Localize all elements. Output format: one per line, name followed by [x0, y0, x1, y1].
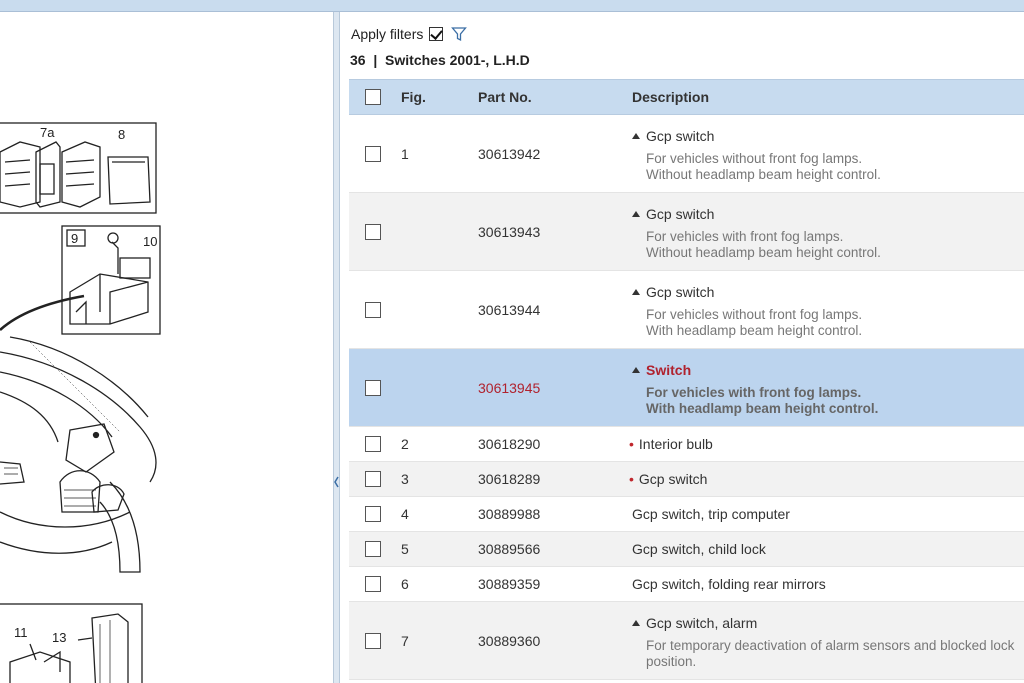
- row-checkbox[interactable]: [365, 436, 381, 452]
- description-note: For temporary deactivation of alarm sens…: [646, 638, 1015, 653]
- description-title: Gcp switch: [646, 284, 715, 300]
- row-checkbox[interactable]: [365, 506, 381, 522]
- fig-cell: 3: [401, 471, 409, 487]
- section-title: 36 | Switches 2001-, L.H.D: [350, 52, 530, 68]
- part-number[interactable]: 30613943: [478, 224, 540, 240]
- part-number[interactable]: 30889359: [478, 576, 540, 592]
- bullet-icon: •: [629, 471, 634, 487]
- expand-triangle-icon[interactable]: [632, 620, 640, 626]
- apply-filters-label: Apply filters: [351, 26, 424, 42]
- expand-triangle-icon[interactable]: [632, 211, 640, 217]
- description-note: For vehicles without front fog lamps.: [646, 151, 863, 166]
- description-title: Switch: [646, 362, 692, 378]
- description-title: Gcp switch, child lock: [632, 541, 766, 557]
- callout-8[interactable]: 8: [118, 127, 125, 142]
- description-note: For vehicles with front fog lamps.: [646, 229, 844, 244]
- table-row[interactable]: 7 30889360 Gcp switch, alarm For tempora…: [349, 602, 1024, 680]
- part-number[interactable]: 30613944: [478, 302, 540, 318]
- description-title: Gcp switch: [646, 206, 715, 222]
- table-row-selected[interactable]: 30613945 Switch For vehicles with front …: [349, 349, 1024, 427]
- table-row[interactable]: 5 30889566 Gcp switch, child lock: [349, 532, 1024, 567]
- select-all-checkbox[interactable]: [365, 89, 381, 105]
- fig-cell: 1: [401, 145, 409, 162]
- row-checkbox[interactable]: [365, 379, 381, 396]
- description-title: Gcp switch, trip computer: [632, 506, 790, 522]
- description-note: Without headlamp beam height control.: [646, 167, 881, 182]
- description-note: Without headlamp beam height control.: [646, 245, 881, 260]
- row-checkbox[interactable]: [365, 471, 381, 487]
- pane-splitter[interactable]: [333, 12, 340, 683]
- table-row[interactable]: 3 30618289 • Gcp switch: [349, 462, 1024, 497]
- expand-triangle-icon[interactable]: [632, 133, 640, 139]
- parts-diagram[interactable]: 7a 8 9 10 11 13: [0, 12, 333, 683]
- top-bar: [0, 0, 1024, 12]
- row-checkbox[interactable]: [365, 541, 381, 557]
- header-fig[interactable]: Fig.: [401, 89, 426, 105]
- expand-triangle-icon[interactable]: [632, 289, 640, 295]
- table-row[interactable]: 30613943 Gcp switch For vehicles with fr…: [349, 193, 1024, 271]
- apply-filters-checkbox[interactable]: [429, 27, 444, 41]
- table-row[interactable]: 1 30613942 Gcp switch For vehicles witho…: [349, 115, 1024, 193]
- callout-9[interactable]: 9: [71, 231, 78, 246]
- collapse-arrow-icon[interactable]: [334, 475, 339, 489]
- row-checkbox[interactable]: [365, 576, 381, 592]
- parts-table: Fig. Part No. Description 1 30613942 Gcp…: [349, 79, 1024, 680]
- description-cell: • Gcp switch: [629, 471, 707, 487]
- part-number[interactable]: 30618289: [478, 471, 540, 487]
- table-row[interactable]: 6 30889359 Gcp switch, folding rear mirr…: [349, 567, 1024, 602]
- expand-triangle-icon[interactable]: [632, 367, 640, 373]
- apply-filters: Apply filters: [351, 24, 468, 44]
- table-row[interactable]: 30613944 Gcp switch For vehicles without…: [349, 271, 1024, 349]
- description-title: Gcp switch: [646, 128, 715, 144]
- description-note: With headlamp beam height control.: [646, 323, 863, 338]
- fig-cell: 7: [401, 632, 409, 649]
- table-row[interactable]: 2 30618290 • Interior bulb: [349, 427, 1024, 462]
- description-note: position.: [646, 654, 697, 669]
- callout-13[interactable]: 13: [52, 630, 66, 645]
- table-row[interactable]: 4 30889988 Gcp switch, trip computer: [349, 497, 1024, 532]
- description-title: Interior bulb: [638, 436, 713, 452]
- funnel-icon[interactable]: [451, 26, 468, 42]
- header-description[interactable]: Description: [632, 89, 709, 105]
- row-checkbox[interactable]: [365, 632, 381, 649]
- header-part-no[interactable]: Part No.: [478, 89, 532, 105]
- part-number[interactable]: 30889360: [478, 633, 540, 649]
- part-number[interactable]: 30618290: [478, 436, 540, 452]
- fig-cell: 5: [401, 541, 409, 557]
- table-header: Fig. Part No. Description: [349, 79, 1024, 115]
- part-number[interactable]: 30613942: [478, 146, 540, 162]
- description-note: For vehicles without front fog lamps.: [646, 307, 863, 322]
- description-note: With headlamp beam height control.: [646, 401, 879, 416]
- part-number[interactable]: 30889988: [478, 506, 540, 522]
- callout-7a[interactable]: 7a: [40, 125, 55, 140]
- parts-list-pane: Apply filters 36 | Switches 2001-, L.H.D…: [340, 12, 1024, 683]
- bullet-icon: •: [629, 436, 634, 452]
- description-title: Gcp switch, alarm: [646, 615, 758, 631]
- row-checkbox[interactable]: [365, 145, 381, 162]
- callout-11[interactable]: 11: [14, 625, 28, 640]
- fig-cell: 6: [401, 576, 409, 592]
- fig-cell: 4: [401, 506, 409, 522]
- row-checkbox[interactable]: [365, 301, 381, 318]
- fig-cell: 2: [401, 436, 409, 452]
- part-number[interactable]: 30889566: [478, 541, 540, 557]
- row-checkbox[interactable]: [365, 223, 381, 240]
- description-cell: • Interior bulb: [629, 436, 713, 452]
- description-title: Gcp switch: [638, 471, 708, 487]
- parts-diagram-pane[interactable]: 7a 8 9 10 11 13: [0, 12, 333, 683]
- description-note: For vehicles with front fog lamps.: [646, 385, 862, 400]
- callout-10[interactable]: 10: [143, 234, 157, 249]
- description-title: Gcp switch, folding rear mirrors: [632, 576, 826, 592]
- part-number[interactable]: 30613945: [478, 380, 540, 396]
